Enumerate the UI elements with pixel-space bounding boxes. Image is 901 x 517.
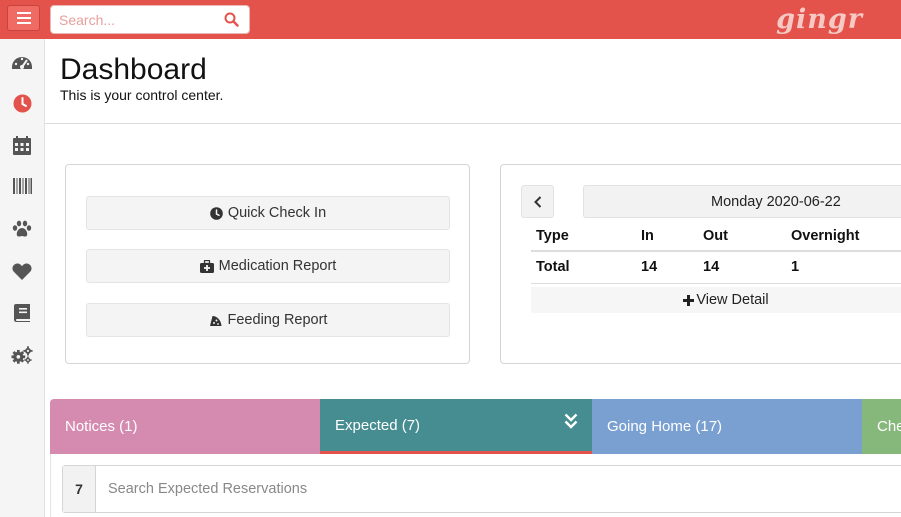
column-header-type: Type: [531, 221, 641, 252]
tab-expected-label: Expected (7): [335, 416, 421, 434]
chevron-left-icon: [533, 195, 541, 208]
sidebar-item-settings[interactable]: [11, 344, 33, 366]
clock-icon: [13, 94, 31, 112]
previous-day-button[interactable]: [521, 185, 554, 218]
column-header-in: In: [641, 221, 703, 252]
daily-counts-panel: Monday 2020-06-22 Type In Out Overnight …: [500, 164, 901, 364]
medkit-icon: [199, 259, 214, 273]
feeding-report-button[interactable]: Feeding Report: [86, 303, 450, 337]
tab-checked-in[interactable]: Che: [862, 399, 901, 454]
medication-report-button[interactable]: Medication Report: [86, 249, 450, 283]
quick-check-in-label: Quick Check In: [227, 205, 327, 221]
tab-going-home[interactable]: Going Home (17): [592, 399, 862, 454]
top-bar: gingr: [0, 0, 901, 39]
food-bowl-icon: [209, 315, 222, 326]
sidebar-item-dashboard[interactable]: [11, 51, 33, 73]
menu-toggle-button[interactable]: [7, 5, 40, 31]
quick-actions-panel: Quick Check In Medication Report Feeding…: [65, 164, 470, 364]
gears-icon: [11, 346, 33, 364]
tab-going-home-label: Going Home (17): [607, 418, 723, 435]
total-overnight-cell: 1: [791, 251, 901, 284]
view-detail-label: View Detail: [696, 292, 769, 308]
speedometer-icon: [12, 57, 32, 69]
calendar-icon: [13, 135, 31, 155]
sidebar: [0, 39, 45, 517]
reservation-tabs: Notices (1) Expected (7) Going Home (17)…: [50, 399, 901, 454]
sidebar-item-pos[interactable]: [11, 175, 33, 197]
expected-reservations-panel: 7: [50, 454, 901, 517]
total-type-cell: Total: [531, 251, 641, 284]
date-picker-button[interactable]: Monday 2020-06-22: [583, 185, 901, 218]
sidebar-item-animals[interactable]: [11, 218, 33, 240]
gingr-logo[interactable]: gingr: [776, 4, 863, 35]
paw-icon: [12, 220, 32, 237]
reservation-count-badge: 7: [63, 466, 96, 512]
heart-icon: [12, 263, 32, 280]
tab-notices[interactable]: Notices (1): [50, 399, 320, 454]
view-detail-button[interactable]: View Detail: [531, 287, 901, 313]
tab-notices-label: Notices (1): [65, 418, 138, 435]
date-label: Monday 2020-06-22: [711, 193, 841, 210]
barcode-icon: [12, 178, 32, 194]
global-search: [50, 5, 250, 34]
tab-checked-in-label: Che: [877, 418, 901, 435]
sidebar-item-reservations[interactable]: [11, 92, 33, 114]
table-row: Total 14 14 1: [531, 251, 901, 284]
total-out-cell: 14: [703, 251, 791, 284]
medication-report-label: Medication Report: [218, 258, 337, 274]
sidebar-item-favorites[interactable]: [11, 260, 33, 282]
page-title: Dashboard: [60, 53, 207, 86]
sidebar-item-reports[interactable]: [11, 302, 33, 324]
search-icon[interactable]: [224, 12, 239, 27]
hamburger-icon: [16, 12, 31, 24]
clock-icon: [210, 206, 223, 220]
reservation-search-input[interactable]: [108, 466, 888, 512]
global-search-input[interactable]: [51, 6, 221, 33]
page-subtitle: This is your control center.: [60, 87, 224, 103]
column-header-overnight: Overnight: [791, 221, 901, 252]
reservation-search-group: 7: [62, 465, 901, 513]
double-chevron-down-icon[interactable]: [564, 413, 578, 429]
sidebar-item-calendar[interactable]: [11, 134, 33, 156]
quick-check-in-button[interactable]: Quick Check In: [86, 196, 450, 230]
counts-table: Type In Out Overnight Total 14 14 1: [531, 221, 901, 284]
table-header-row: Type In Out Overnight: [531, 221, 901, 252]
feeding-report-label: Feeding Report: [227, 312, 328, 328]
plus-icon: [683, 294, 695, 306]
book-icon: [14, 304, 30, 322]
column-header-out: Out: [703, 221, 791, 252]
tab-expected[interactable]: Expected (7): [320, 399, 592, 454]
total-in-cell: 14: [641, 251, 703, 284]
page-header: Dashboard This is your control center.: [45, 39, 901, 124]
